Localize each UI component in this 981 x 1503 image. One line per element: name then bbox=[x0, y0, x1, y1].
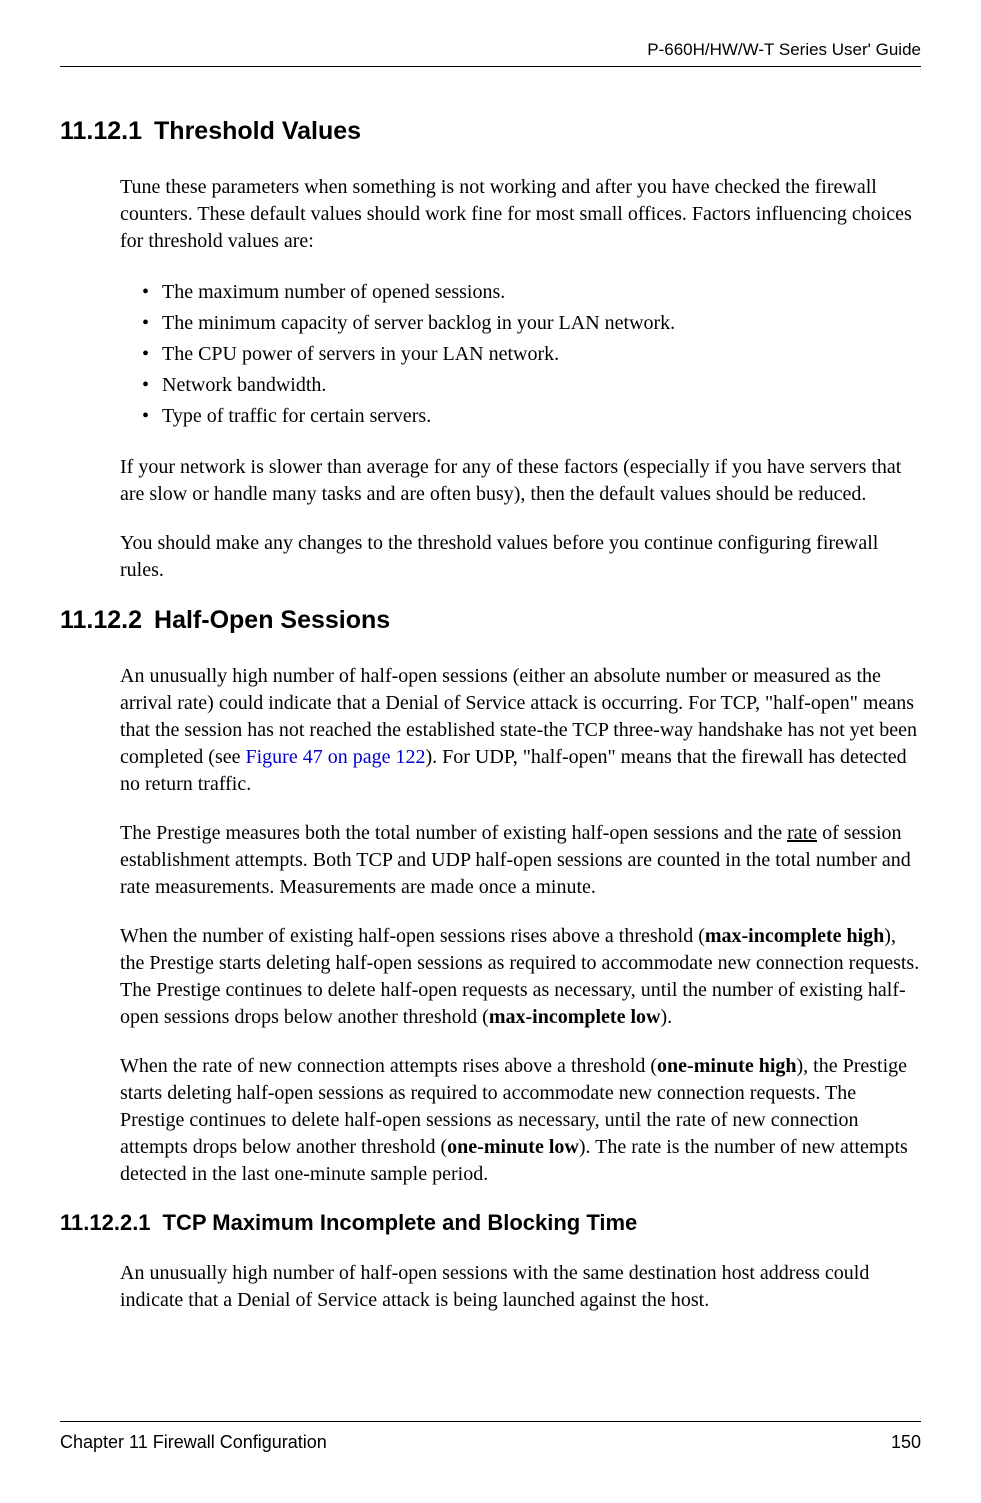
bold-max-incomplete-low: max-incomplete low bbox=[489, 1006, 661, 1028]
list-item: The maximum number of opened sessions. bbox=[142, 277, 921, 308]
para-s1-changes: You should make any changes to the thres… bbox=[120, 530, 921, 584]
heading-tcp-max-incomplete: 11.12.2.1 TCP Maximum Incomplete and Bloc… bbox=[60, 1210, 921, 1236]
text-fragment: When the rate of new connection attempts… bbox=[120, 1055, 657, 1077]
heading-number: 11.12.1 bbox=[60, 117, 142, 146]
list-item: The minimum capacity of server backlog i… bbox=[142, 308, 921, 339]
heading-text: Threshold Values bbox=[154, 117, 361, 145]
text-fragment: ). bbox=[660, 1006, 672, 1028]
bold-one-minute-low: one-minute low bbox=[447, 1136, 579, 1158]
footer-chapter: Chapter 11 Firewall Configuration bbox=[60, 1432, 327, 1453]
page-container: P-660H/HW/W-T Series User' Guide 11.12.1… bbox=[0, 0, 981, 1503]
para-s3-p1: An unusually high number of half-open se… bbox=[120, 1260, 921, 1314]
underline-rate: rate bbox=[787, 822, 817, 844]
para-s2-p4: When the rate of new connection attempts… bbox=[120, 1053, 921, 1188]
header-rule bbox=[60, 66, 921, 67]
para-s2-p1: An unusually high number of half-open se… bbox=[120, 663, 921, 798]
header-guide-title: P-660H/HW/W-T Series User' Guide bbox=[60, 40, 921, 66]
bold-max-incomplete-high: max-incomplete high bbox=[705, 925, 884, 947]
content-area: 11.12.1 Threshold Values Tune these param… bbox=[60, 107, 921, 1421]
xref-figure-47[interactable]: Figure 47 on page 122 bbox=[246, 746, 426, 768]
section-body-half-open: An unusually high number of half-open se… bbox=[60, 663, 921, 1188]
para-s1-intro: Tune these parameters when something is … bbox=[120, 174, 921, 255]
section-body-threshold: Tune these parameters when something is … bbox=[60, 174, 921, 584]
footer-page-number: 150 bbox=[891, 1432, 921, 1453]
para-s2-p2: The Prestige measures both the total num… bbox=[120, 820, 921, 901]
page-footer: Chapter 11 Firewall Configuration 150 bbox=[60, 1421, 921, 1453]
heading-half-open-sessions: 11.12.2 Half-Open Sessions bbox=[60, 606, 921, 635]
section-body-tcp-max: An unusually high number of half-open se… bbox=[60, 1260, 921, 1314]
heading-number: 11.12.2 bbox=[60, 606, 142, 635]
heading-threshold-values: 11.12.1 Threshold Values bbox=[60, 117, 921, 146]
text-fragment: The Prestige measures both the total num… bbox=[120, 822, 787, 844]
bullet-list-factors: The maximum number of opened sessions. T… bbox=[120, 277, 921, 432]
para-s1-slower: If your network is slower than average f… bbox=[120, 454, 921, 508]
list-item: The CPU power of servers in your LAN net… bbox=[142, 339, 921, 370]
para-s2-p3: When the number of existing half-open se… bbox=[120, 923, 921, 1031]
list-item: Network bandwidth. bbox=[142, 370, 921, 401]
heading-text: TCP Maximum Incomplete and Blocking Time bbox=[163, 1210, 638, 1235]
text-fragment: When the number of existing half-open se… bbox=[120, 925, 705, 947]
heading-number: 11.12.2.1 bbox=[60, 1210, 151, 1236]
bold-one-minute-high: one-minute high bbox=[657, 1055, 796, 1077]
heading-text: Half-Open Sessions bbox=[154, 606, 390, 634]
list-item: Type of traffic for certain servers. bbox=[142, 401, 921, 432]
